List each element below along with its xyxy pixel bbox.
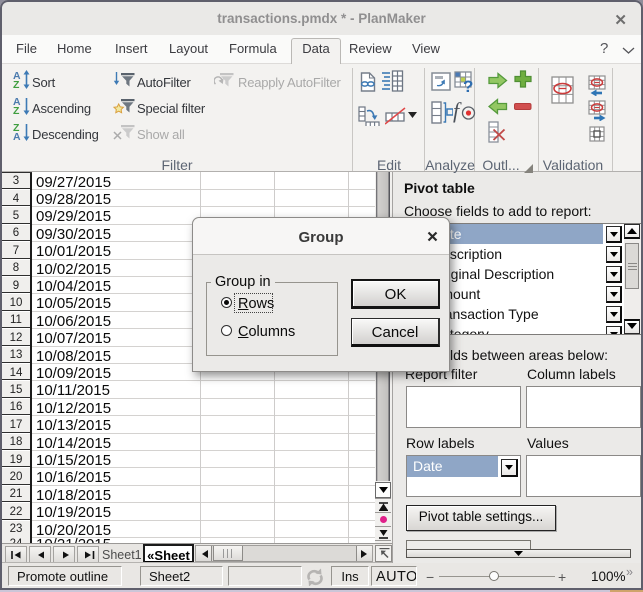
svg-text:?: ?: [463, 77, 473, 94]
svg-text:Z: Z: [13, 79, 20, 90]
svg-text:A: A: [13, 131, 21, 142]
svg-text:f: f: [453, 98, 462, 123]
svg-text:Z: Z: [13, 105, 20, 116]
